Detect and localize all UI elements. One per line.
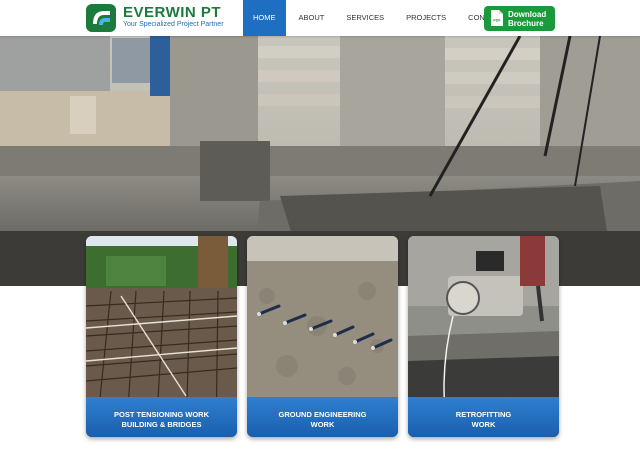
nav-home[interactable]: HOME [243, 0, 286, 36]
service-title: POST TENSIONING WORK BUILDING & BRIDGES [113, 410, 209, 429]
service-title: GROUND ENGINEERING WORK [278, 410, 367, 429]
nav-services[interactable]: SERVICES [335, 0, 395, 36]
service-card-label: POST TENSIONING WORK BUILDING & BRIDGES [86, 397, 237, 437]
pdf-icon-text: PDF [493, 19, 501, 23]
brand-tagline: Your Specialized Project Partner [123, 21, 224, 28]
nav-projects[interactable]: PROJECTS [395, 0, 457, 36]
logo[interactable]: EVERWIN PT Your Specialized Project Part… [86, 4, 246, 32]
service-card-post-tensioning[interactable]: POST TENSIONING WORK BUILDING & BRIDGES [86, 236, 237, 437]
services-cards: POST TENSIONING WORK BUILDING & BRIDGES [86, 236, 559, 437]
nav-about[interactable]: ABOUT [286, 0, 336, 36]
site-header: EVERWIN PT Your Specialized Project Part… [0, 0, 640, 36]
download-brochure-button[interactable]: PDF Download Brochure [484, 6, 555, 31]
service-card-ground-engineering[interactable]: GROUND ENGINEERING WORK [247, 236, 398, 437]
main-nav: HOME ABOUT SERVICES PROJECTS CONTACT [243, 0, 515, 36]
download-label: Download Brochure [508, 10, 546, 28]
pdf-file-icon: PDF [491, 10, 503, 26]
service-card-label: RETROFITTING WORK [408, 397, 559, 437]
service-card-retrofitting[interactable]: RETROFITTING WORK [408, 236, 559, 437]
download-label-line1: Download [508, 10, 547, 19]
download-label-line2: Brochure [508, 19, 544, 28]
brand-name: EVERWIN PT [123, 4, 222, 21]
service-card-label: GROUND ENGINEERING WORK [247, 397, 398, 437]
everwin-logo-icon [86, 4, 116, 32]
service-title: RETROFITTING WORK [455, 410, 512, 429]
